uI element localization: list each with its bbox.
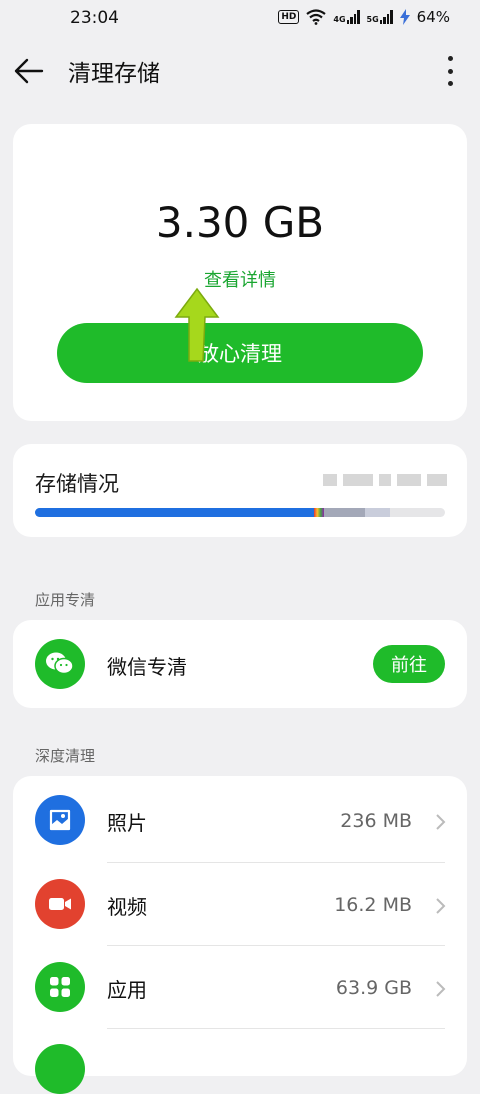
chevron-right-icon	[436, 898, 446, 914]
photo-icon	[35, 795, 85, 845]
section-label-app-clean: 应用专清	[35, 591, 96, 609]
cleanable-size: 3.30 GB	[155, 198, 325, 247]
status-bar: 23:04 HD 4G 5G 64%	[0, 0, 480, 38]
blurred-storage-value	[323, 474, 447, 486]
video-icon	[35, 879, 85, 929]
more-options-icon[interactable]	[440, 56, 460, 86]
back-arrow-icon[interactable]	[12, 56, 46, 86]
list-item-videos[interactable]: 视频 16.2 MB	[13, 862, 467, 946]
storage-status-card[interactable]: 存储情况	[13, 444, 467, 537]
wechat-icon	[35, 639, 85, 689]
battery-level: 64%	[416, 8, 450, 26]
chevron-right-icon	[436, 981, 446, 997]
section-label-deep-clean: 深度清理	[35, 747, 96, 765]
toolbar: 清理存储	[0, 40, 480, 102]
storage-usage-bar	[35, 508, 445, 517]
partial-list-item-icon	[35, 1044, 85, 1094]
photos-size: 236 MB	[340, 810, 412, 832]
wechat-clean-label: 微信专清	[107, 655, 187, 679]
videos-label: 视频	[107, 895, 147, 919]
storage-segment-apps	[313, 508, 325, 517]
view-details-link[interactable]: 查看详情	[13, 266, 467, 292]
apps-grid-icon	[35, 962, 85, 1012]
list-item-apps[interactable]: 应用 63.9 GB	[13, 945, 467, 1029]
status-time: 23:04	[70, 8, 119, 28]
apps-size: 63.9 GB	[335, 977, 412, 999]
network-type-1: 4G	[333, 15, 346, 24]
wifi-icon	[306, 9, 327, 25]
deep-clean-card: 照片 236 MB 视频 16.2 MB 应用 63.9 GB	[13, 776, 467, 1094]
clean-button[interactable]: 放心清理	[57, 323, 423, 383]
videos-size: 16.2 MB	[334, 894, 412, 916]
divider	[107, 1028, 445, 1029]
signal-icon-1	[346, 10, 360, 24]
page-title: 清理存储	[68, 61, 160, 87]
photos-label: 照片	[107, 811, 147, 835]
storage-segment-other	[365, 508, 390, 517]
annotation-arrow	[174, 287, 220, 362]
chevron-right-icon	[436, 814, 446, 830]
list-item-photos[interactable]: 照片 236 MB	[13, 778, 467, 862]
wechat-clean-card[interactable]: 微信专清 前往	[13, 620, 467, 708]
apps-label: 应用	[107, 978, 147, 1002]
go-button[interactable]: 前往	[373, 645, 445, 683]
signal-icon-2	[379, 10, 393, 24]
storage-segment-used	[35, 508, 314, 517]
network-type-2: 5G	[366, 15, 379, 24]
status-icons: HD 4G 5G 64%	[278, 8, 450, 26]
cleanup-summary-card: 3.30 GB 查看详情 放心清理	[13, 124, 467, 421]
hd-voice-icon: HD	[278, 10, 300, 24]
storage-segment-system	[324, 508, 366, 517]
charging-icon	[399, 9, 410, 25]
storage-status-label: 存储情况	[35, 472, 119, 496]
